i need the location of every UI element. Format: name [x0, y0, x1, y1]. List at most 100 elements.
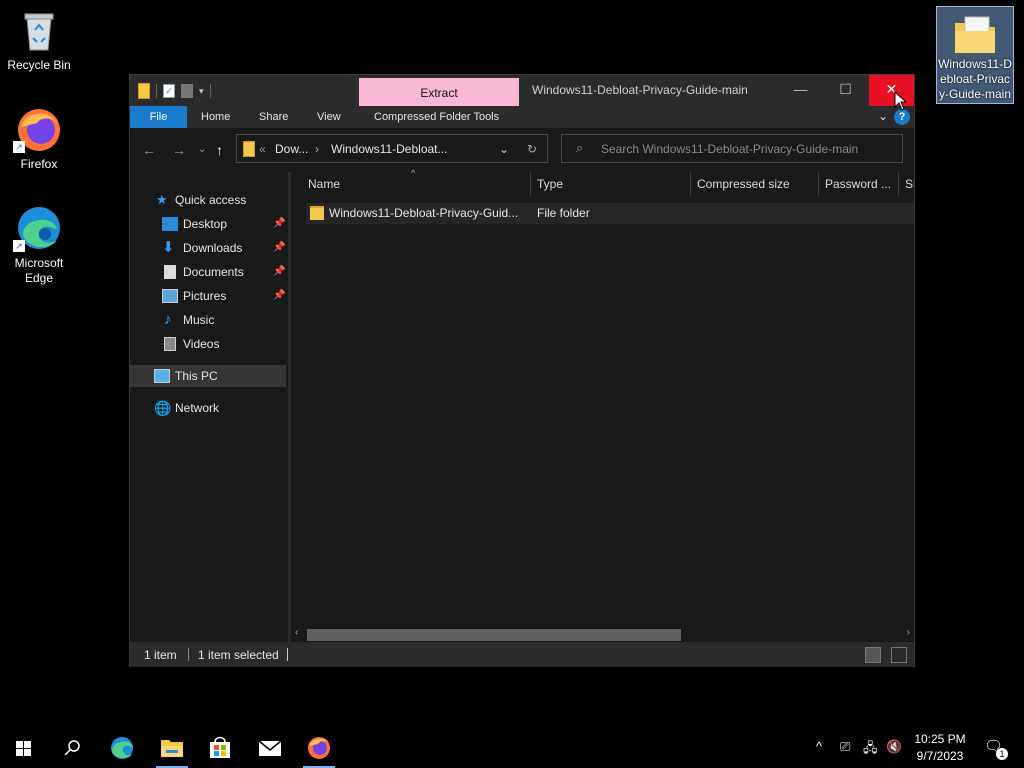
- separator: [287, 648, 288, 661]
- meet-now-icon[interactable]: ⎚: [840, 739, 850, 755]
- scroll-left-icon[interactable]: ‹: [295, 627, 298, 638]
- scrollbar-thumb[interactable]: [307, 629, 681, 641]
- taskbar-file-explorer[interactable]: [148, 728, 196, 768]
- music-icon: ♪: [164, 311, 172, 328]
- forward-arrow-icon[interactable]: →: [172, 142, 186, 158]
- zip-folder-icon: [138, 83, 150, 99]
- separator: [188, 648, 189, 661]
- navigation-pane: ★ Quick access Desktop 📌 ⬇ Downloads 📌 D…: [130, 172, 288, 642]
- address-dropdown-icon[interactable]: ⌄: [499, 142, 509, 156]
- back-arrow-icon[interactable]: ←: [142, 142, 156, 158]
- column-header-size[interactable]: Si: [899, 172, 914, 196]
- desktop-icon-edge[interactable]: ↗ Microsoft Edge: [0, 204, 78, 286]
- search-box[interactable]: ⌕ Search Windows11-Debloat-Privacy-Guide…: [561, 134, 903, 163]
- taskbar: ^ ⎚ 🖧 🔇 10:25 PM 9/7/2023 🗨 1: [0, 728, 1024, 768]
- computer-icon: [154, 369, 170, 383]
- nav-network[interactable]: 🌐 Network: [130, 397, 286, 419]
- nav-label: Pictures: [183, 289, 227, 303]
- edge-icon: ↗: [13, 204, 63, 252]
- nav-downloads[interactable]: ⬇ Downloads 📌: [130, 237, 286, 259]
- taskbar-mail[interactable]: [246, 728, 294, 768]
- taskbar-store[interactable]: [196, 728, 244, 768]
- picture-icon: [162, 289, 178, 303]
- store-icon: [210, 736, 230, 758]
- start-button[interactable]: [0, 728, 48, 768]
- folder-icon: [951, 11, 999, 59]
- table-row[interactable]: Windows11-Debloat-Privacy-Guid... File f…: [306, 203, 914, 224]
- new-folder-icon[interactable]: [181, 84, 193, 98]
- tab-compressed-folder-tools[interactable]: Compressed Folder Tools: [364, 106, 509, 128]
- close-button[interactable]: ✕: [869, 75, 914, 106]
- desktop-icon-recycle-bin[interactable]: Recycle Bin: [0, 6, 78, 73]
- network-status-icon[interactable]: 🖧: [863, 739, 878, 761]
- scroll-right-icon[interactable]: ›: [907, 627, 910, 638]
- windows-logo-icon: [16, 741, 31, 756]
- maximize-button[interactable]: ☐: [823, 75, 868, 106]
- column-header-compressed-size[interactable]: Compressed size: [691, 172, 819, 196]
- desktop-icon-label: Microsoft Edge: [14, 256, 64, 285]
- nav-this-pc[interactable]: This PC: [130, 365, 286, 387]
- edge-icon: [111, 737, 133, 759]
- show-hidden-icons-chevron-icon[interactable]: ^: [816, 739, 822, 754]
- large-icons-view-icon[interactable]: [891, 647, 907, 663]
- folder-icon: [310, 206, 324, 220]
- nav-music[interactable]: ♪ Music: [130, 309, 286, 331]
- extract-context-tab[interactable]: Extract: [359, 78, 519, 106]
- address-bar[interactable]: « Dow... › Windows11-Debloat... ⌄ ↻: [236, 134, 548, 163]
- breadcrumb-downloads[interactable]: Dow...: [275, 142, 308, 156]
- file-explorer-icon: [161, 740, 183, 757]
- nav-label: Downloads: [183, 241, 243, 255]
- file-list: ^ Name Type Compressed size Password ...…: [291, 168, 914, 642]
- shortcut-arrow-icon: ↗: [13, 141, 25, 153]
- minimize-button[interactable]: —: [778, 75, 823, 106]
- nav-videos[interactable]: Videos: [130, 333, 286, 355]
- firefox-icon: [308, 737, 330, 759]
- desktop-icon-firefox[interactable]: ↗ Firefox: [0, 105, 78, 172]
- nav-documents[interactable]: Documents 📌: [130, 261, 286, 283]
- mouse-cursor-icon: [894, 91, 906, 111]
- tab-home[interactable]: Home: [191, 106, 240, 128]
- notification-count-badge: 1: [996, 748, 1008, 760]
- column-header-type[interactable]: Type: [531, 172, 691, 196]
- breadcrumb-current-folder[interactable]: Windows11-Debloat...: [331, 142, 448, 156]
- nav-pictures[interactable]: Pictures 📌: [130, 285, 286, 307]
- up-arrow-icon[interactable]: ↑: [216, 142, 223, 158]
- file-name: Windows11-Debloat-Privacy-Guid...: [329, 206, 519, 220]
- tab-view[interactable]: View: [307, 106, 351, 128]
- recent-locations-chevron-icon[interactable]: ⌄: [198, 144, 206, 155]
- mail-icon: [258, 740, 282, 756]
- qat-dropdown-icon[interactable]: ▾: [199, 86, 204, 97]
- pin-icon[interactable]: 📌: [273, 237, 285, 259]
- volume-muted-icon[interactable]: 🔇: [886, 739, 902, 755]
- refresh-icon[interactable]: ↻: [527, 142, 537, 156]
- pin-icon[interactable]: 📌: [273, 261, 285, 283]
- nav-quick-access[interactable]: ★ Quick access: [130, 189, 286, 211]
- tab-file[interactable]: File: [130, 106, 187, 128]
- horizontal-scrollbar[interactable]: ‹ ›: [291, 627, 914, 642]
- nav-label: Desktop: [183, 217, 228, 231]
- taskbar-firefox[interactable]: [295, 728, 343, 768]
- column-header-name[interactable]: Name: [302, 172, 531, 196]
- nav-label: Music: [183, 313, 215, 327]
- title-bar[interactable]: ✓ ▾ Extract Windows11-Debloat-Privacy-Gu…: [130, 75, 914, 106]
- pin-icon[interactable]: 📌: [273, 285, 285, 307]
- search-button[interactable]: [48, 728, 96, 768]
- address-overflow[interactable]: «: [259, 142, 266, 156]
- tab-share[interactable]: Share: [249, 106, 298, 128]
- nav-desktop[interactable]: Desktop 📌: [130, 213, 286, 235]
- properties-icon[interactable]: ✓: [163, 84, 175, 98]
- details-view-icon[interactable]: [865, 647, 881, 663]
- desktop-icon: [162, 217, 178, 231]
- video-icon: [164, 337, 176, 351]
- desktop-icon-folder[interactable]: Windows11-Debloat-Privacy-Guide-main: [936, 6, 1014, 104]
- desktop-icon-label: Recycle Bin: [7, 58, 71, 72]
- pin-icon[interactable]: 📌: [273, 213, 285, 235]
- column-header-password[interactable]: Password ...: [819, 172, 899, 196]
- taskbar-edge[interactable]: [98, 728, 146, 768]
- expand-ribbon-icon[interactable]: ⌄: [878, 109, 888, 123]
- zip-folder-icon: [243, 141, 255, 157]
- star-icon: ★: [156, 192, 168, 207]
- clock[interactable]: 10:25 PM 9/7/2023: [905, 731, 975, 765]
- help-icon[interactable]: ?: [894, 109, 910, 125]
- quick-access-toolbar: ✓ ▾: [138, 81, 211, 101]
